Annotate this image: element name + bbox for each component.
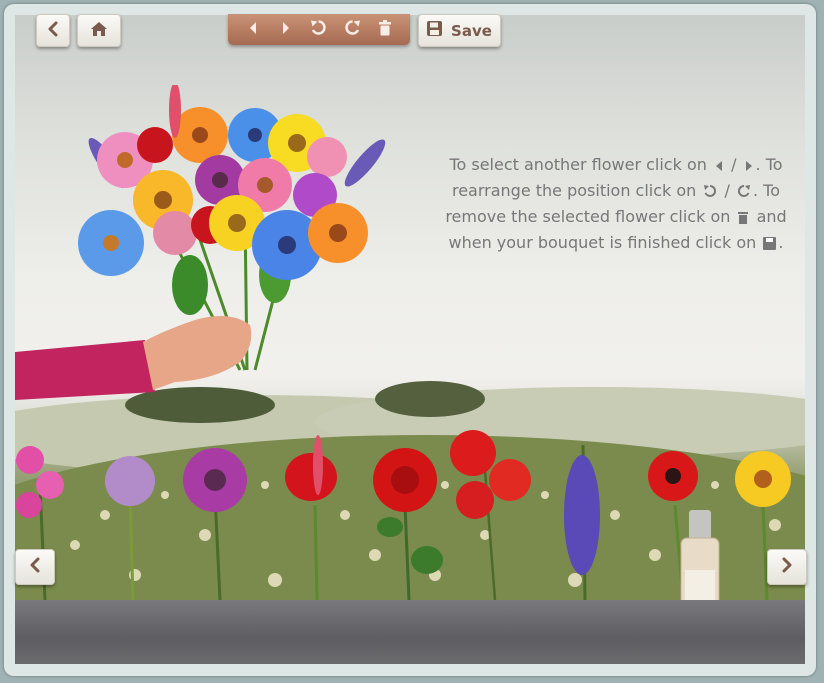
scroll-right-button[interactable] <box>767 549 807 585</box>
next-icon <box>744 155 754 179</box>
instructions-text: To select another flower click on / . To… <box>442 153 790 257</box>
display-shelf <box>15 600 805 664</box>
save-icon <box>427 21 443 40</box>
meadow-flower-poppies[interactable] <box>450 430 531 600</box>
instructions-part-4: / <box>724 181 730 200</box>
rotate-right-button[interactable] <box>340 18 364 42</box>
next-icon <box>281 20 291 39</box>
chevron-left-icon <box>29 557 41 577</box>
home-button[interactable] <box>77 14 121 47</box>
scroll-left-button[interactable] <box>15 549 55 585</box>
edit-toolbar <box>228 14 410 45</box>
previous-icon <box>714 155 724 179</box>
bouquet[interactable] <box>15 85 415 485</box>
instructions-part-7: . <box>778 233 784 252</box>
instructions-part-1: To select another flower click on <box>449 155 707 174</box>
rotate-left-button[interactable] <box>307 18 331 42</box>
home-icon <box>90 21 108 41</box>
back-icon <box>47 21 59 41</box>
rotate-left-icon <box>310 19 327 40</box>
fragrance-bottle <box>680 510 720 600</box>
bouquet-stage <box>15 15 805 600</box>
previous-icon <box>248 20 258 39</box>
trash-icon <box>737 207 749 231</box>
holding-hand <box>15 316 252 400</box>
chevron-right-icon <box>781 557 793 577</box>
instructions-part-2: / <box>731 155 737 174</box>
next-flower-button[interactable] <box>274 18 298 42</box>
rotate-right-icon <box>737 181 751 205</box>
back-button[interactable] <box>36 14 70 47</box>
rotate-right-icon <box>344 19 361 40</box>
save-label: Save <box>451 21 492 40</box>
rotate-left-icon <box>703 181 717 205</box>
trash-icon <box>378 19 392 40</box>
save-icon <box>763 233 777 257</box>
remove-flower-button[interactable] <box>373 18 397 42</box>
save-button[interactable]: Save <box>418 14 501 47</box>
previous-flower-button[interactable] <box>241 18 265 42</box>
